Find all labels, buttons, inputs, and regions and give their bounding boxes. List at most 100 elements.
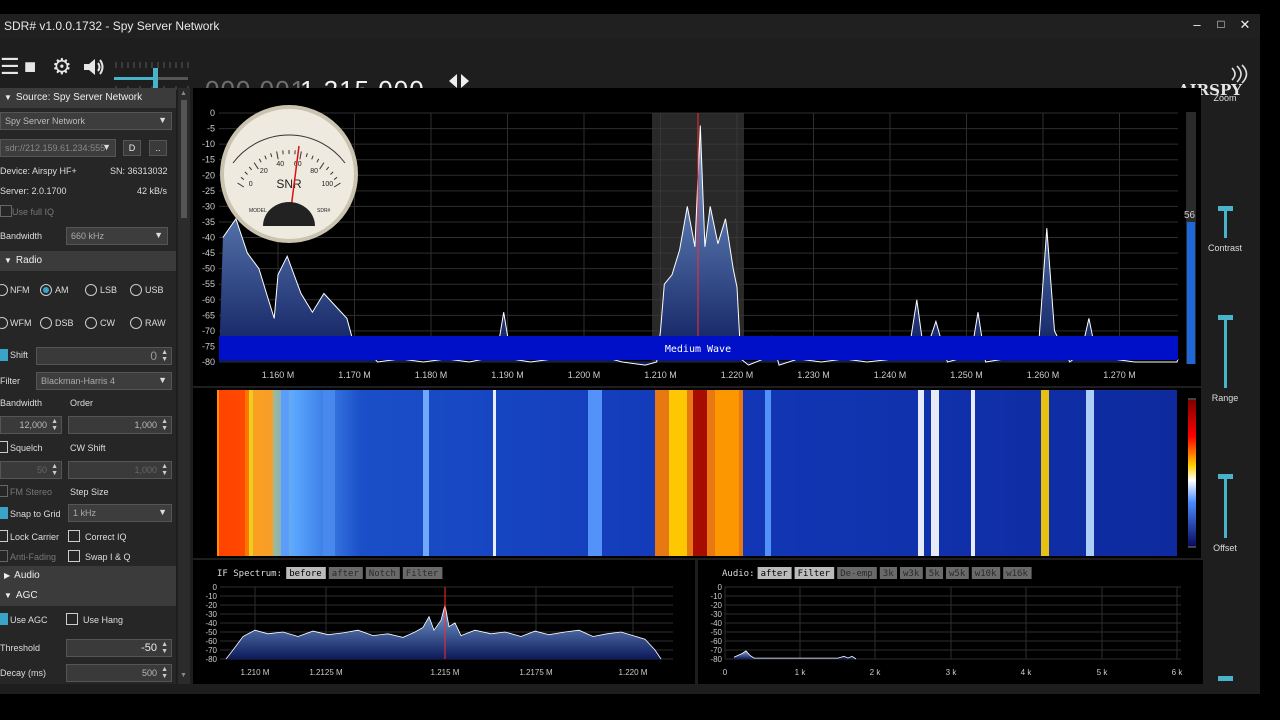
shift-checkbox[interactable] [0,349,8,361]
lock-carrier-checkbox[interactable] [0,530,8,542]
audio-y-tick: -80 [710,655,722,664]
correct-iq-checkbox[interactable] [68,530,80,542]
range-slider-track[interactable] [1224,476,1227,538]
audio-option-label: Filter [798,569,831,579]
menu-icon[interactable]: ☰ [0,56,20,78]
range-slider-thumb[interactable] [1218,474,1233,479]
minimize-button[interactable]: – [1188,17,1206,32]
audio-y-tick: -30 [710,610,722,619]
use-full-iq-checkbox[interactable] [0,205,12,217]
volume-slider[interactable] [112,46,192,90]
swap-iq-checkbox[interactable] [68,550,80,562]
title-bar: SDR# v1.0.0.1732 - Spy Server Network – … [0,14,1260,38]
stop-icon[interactable]: ■ [24,56,36,78]
snr-meter-model: MODEL [249,208,267,214]
wireless-logo-icon [1231,64,1248,84]
spectrum-analyzer[interactable]: 0 -5 -10 -15 -20 -25 -30 -35 -40 -45 -50 -55 -60 -65 -… [193,88,1201,386]
mode-raw-radio[interactable] [130,317,142,329]
spectrum-y-tick: -65 [202,310,215,320]
use-agc-checkbox[interactable] [0,613,8,625]
mode-dsb-radio[interactable] [40,317,52,329]
spectrum-y-tick: 0 [210,108,215,118]
mode-cw-radio[interactable] [85,317,97,329]
zoom-label: Zoom [1213,93,1237,103]
audio-y-tick: -40 [710,619,722,628]
contrast-slider-thumb[interactable] [1218,315,1233,320]
spectrum-x-tick: 1.160 M [262,370,295,380]
contrast-slider-track[interactable] [1224,318,1227,388]
threshold-input[interactable]: -50 ▲ ▼ [66,639,172,657]
source-section-header[interactable]: ▼ Source: Spy Server Network [0,88,176,108]
fm-stereo-label: FM Stereo [10,487,53,497]
snr-meter-label: 0 [249,181,253,188]
mode-usb-label: USB [145,285,164,295]
if-y-tick: -30 [205,610,217,619]
waterfall-signal-trace [588,390,602,556]
filter-type-select[interactable]: Blackman-Harris 4 ▼ [36,372,172,390]
toolbar: ☰ ■ ⚙ 000.001 1.215.000 AIRSPY [0,38,1260,105]
shift-input[interactable]: 0 ▲ ▼ [36,347,172,365]
spectrum-y-tick: -75 [202,341,215,351]
connect-button[interactable]: D [123,140,141,156]
audio-x-tick: 1 k [795,668,807,677]
spectrum-x-tick: 1.270 M [1103,370,1136,380]
bandwidth-input[interactable]: 12,000 ▲ ▼ [0,416,62,434]
audio-option-label: 3k [883,569,894,579]
spectrum-x-tick: 1.260 M [1027,370,1060,380]
gear-icon[interactable]: ⚙ [52,56,72,78]
anti-fading-checkbox[interactable] [0,550,8,562]
zoom-slider-track[interactable] [1224,208,1227,238]
order-input[interactable]: 1,000 ▲ ▼ [68,416,172,434]
decay-label: Decay (ms) [0,668,47,678]
audio-section-header[interactable]: ▶ Audio [0,566,176,586]
audio-option-label: after [761,569,789,579]
audio-x-tick: 3 k [946,668,958,677]
close-button[interactable]: ✕ [1236,17,1254,33]
source-bandwidth-select[interactable]: 660 kHz ▼ [66,227,168,245]
server-uri-select[interactable]: sdr://212.159.61.234:555 ▼ [0,139,116,157]
mode-nfm-label: NFM [10,285,30,295]
window-title: SDR# v1.0.0.1732 - Spy Server Network [4,19,220,33]
spectrum-y-tick: -80 [202,357,215,367]
mode-lsb-label: LSB [100,285,118,295]
use-hang-checkbox[interactable] [66,613,78,625]
zoom-slider-thumb[interactable] [1218,206,1233,211]
volume-icon[interactable] [82,56,106,78]
waterfall-signal-trace [323,390,335,556]
squelch-checkbox[interactable] [0,441,8,453]
mode-nfm-radio[interactable] [0,284,8,296]
snap-to-grid-checkbox[interactable] [0,507,8,519]
left-panel-scrollbar[interactable]: ▲ ▼ [178,88,190,684]
agc-section-header[interactable]: ▼ AGC [0,586,176,606]
swap-iq-label: Swap I & Q [85,552,131,562]
use-full-iq-label: Use full IQ [12,207,55,217]
if-spectrum-panel[interactable]: IF Spectrum: before after Notch Filter 0-10-2… [193,560,695,684]
spectrum-y-tick: -10 [202,139,215,149]
cw-shift-input[interactable]: 1,000 ▲ ▼ [68,461,172,479]
audio-spectrum-panel[interactable]: Audio: after Filter De-emp 3k w3k 5k w5k w10k w16… [698,560,1203,684]
audio-option-label: w10k [975,569,997,579]
mode-usb-radio[interactable] [130,284,142,296]
range-label: Range [1211,393,1239,403]
correct-iq-label: Correct IQ [85,532,127,542]
fm-stereo-checkbox[interactable] [0,485,8,497]
audio-y-tick: -10 [710,592,722,601]
serial-number-label: SN: 36313032 [110,166,168,176]
source-type-select[interactable]: Spy Server Network ▼ [0,112,172,130]
spectrum-y-tick: -45 [202,248,215,258]
if-x-tick: 1.215 M [431,668,460,677]
squelch-input[interactable]: 50 ▲ ▼ [0,461,62,479]
waterfall-display[interactable] [193,388,1201,558]
mode-am-radio[interactable] [40,284,52,296]
radio-section-header[interactable]: ▼ Radio [0,251,176,271]
maximize-button[interactable]: □ [1212,17,1230,31]
mode-lsb-radio[interactable] [85,284,97,296]
waterfall-signal-trace [281,390,289,556]
step-size-select[interactable]: 1 kHz ▼ [68,504,172,522]
left-control-panel: ▼ Source: Spy Server Network Spy Server N… [0,88,176,684]
source-bandwidth-label: Bandwidth [0,231,43,241]
offset-slider-thumb[interactable] [1218,676,1233,681]
decay-input[interactable]: 500 ▲ ▼ [66,664,172,682]
more-options-button[interactable]: .. [149,140,167,156]
mode-wfm-radio[interactable] [0,317,8,329]
